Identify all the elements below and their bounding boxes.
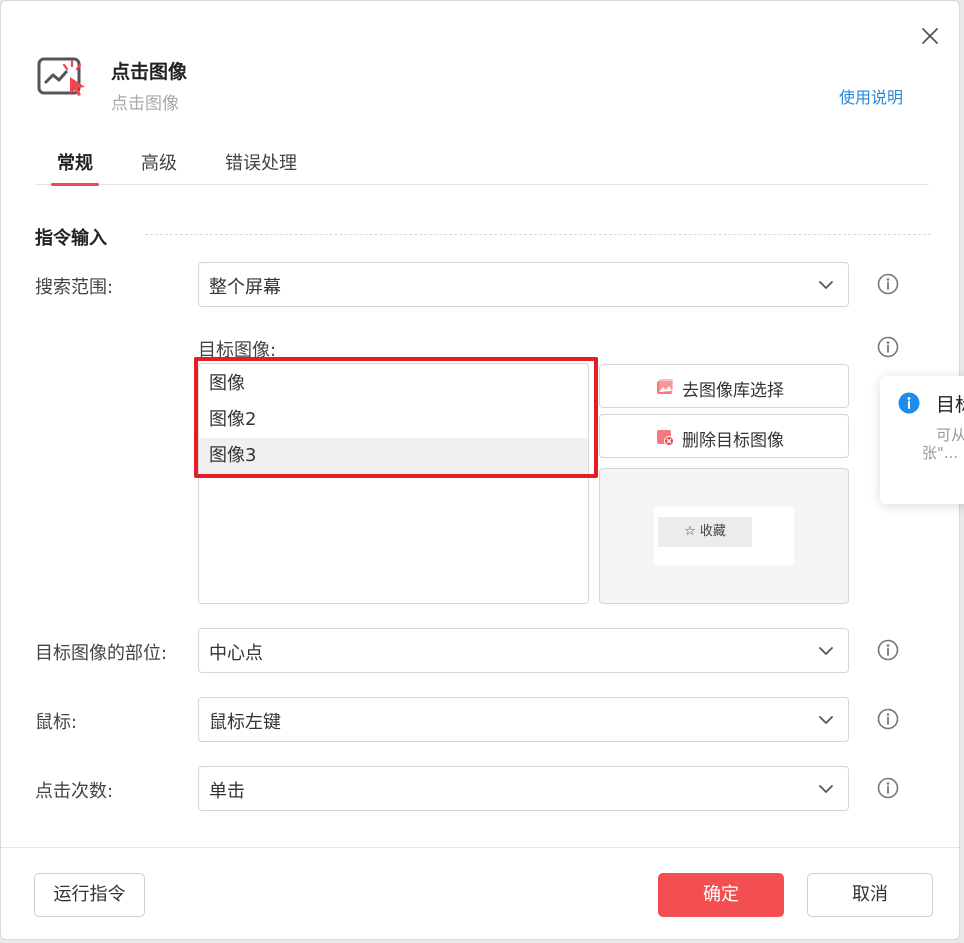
target-part-label: 目标图像的部位:: [35, 643, 168, 664]
list-item[interactable]: 图像: [199, 366, 588, 402]
target-part-select[interactable]: 中心点: [198, 628, 849, 673]
search-range-label: 搜索范围:: [35, 277, 114, 298]
mouse-label: 鼠标:: [35, 712, 78, 733]
tooltip-text-line2: 张"...: [922, 444, 959, 462]
info-icon[interactable]: [876, 335, 900, 359]
click-count-label: 点击次数:: [35, 781, 114, 802]
help-link[interactable]: 使用说明: [839, 84, 903, 108]
image-library-button[interactable]: 去图像库选择: [599, 364, 849, 408]
confirm-button[interactable]: 确定: [658, 873, 784, 917]
click-count-value: 单击: [209, 781, 245, 802]
dialog-subtitle: 点击图像: [111, 94, 179, 114]
section-title: 指令输入: [35, 228, 107, 249]
image-library-label: 去图像库选择: [682, 381, 784, 401]
tab-advanced[interactable]: 高级: [141, 149, 177, 185]
list-item[interactable]: 图像3: [199, 438, 588, 474]
tab-error-handling[interactable]: 错误处理: [225, 149, 297, 185]
preview-thumbnail: ☆ 收藏: [654, 507, 794, 565]
run-command-button[interactable]: 运行指令: [34, 873, 145, 917]
tab-bar: 常规 高级 错误处理: [35, 139, 929, 186]
image-preview: ☆ 收藏: [599, 468, 849, 604]
info-tooltip-panel: 目标 可从 张"...: [880, 376, 964, 504]
target-image-label: 目标图像:: [198, 340, 277, 361]
click-count-select[interactable]: 单击: [198, 766, 849, 811]
footer-divider: [1, 847, 959, 848]
chevron-down-icon: [819, 716, 833, 724]
click-image-icon: [37, 57, 85, 96]
section-divider: [145, 234, 931, 235]
cancel-button[interactable]: 取消: [807, 873, 933, 917]
info-icon[interactable]: [876, 272, 900, 296]
info-icon[interactable]: [876, 776, 900, 800]
mouse-select[interactable]: 鼠标左键: [198, 697, 849, 742]
close-button[interactable]: [915, 21, 945, 51]
click-image-dialog: 点击图像 点击图像 使用说明 常规 高级 错误处理 指令输入 搜索范围: 整个屏…: [0, 0, 960, 940]
mouse-value: 鼠标左键: [209, 712, 281, 733]
tab-general[interactable]: 常规: [51, 149, 99, 186]
delete-image-icon: [657, 430, 674, 446]
search-range-value: 整个屏幕: [209, 277, 281, 298]
list-item[interactable]: 图像2: [199, 402, 588, 438]
info-icon[interactable]: [876, 638, 900, 662]
target-image-list[interactable]: 图像 图像2 图像3: [198, 363, 589, 604]
info-filled-icon: [898, 392, 920, 414]
close-icon: [922, 28, 938, 44]
image-library-icon: [657, 379, 673, 394]
preview-chip: ☆ 收藏: [658, 517, 752, 547]
delete-target-image-label: 删除目标图像: [682, 431, 784, 451]
dialog-title: 点击图像: [111, 61, 188, 83]
info-icon[interactable]: [876, 707, 900, 731]
chevron-down-icon: [819, 785, 833, 793]
delete-target-image-button[interactable]: 删除目标图像: [599, 414, 849, 458]
target-part-value: 中心点: [209, 643, 263, 664]
chevron-down-icon: [819, 647, 833, 655]
tooltip-title: 目标: [936, 394, 964, 416]
chevron-down-icon: [819, 281, 833, 289]
search-range-select[interactable]: 整个屏幕: [198, 262, 849, 307]
